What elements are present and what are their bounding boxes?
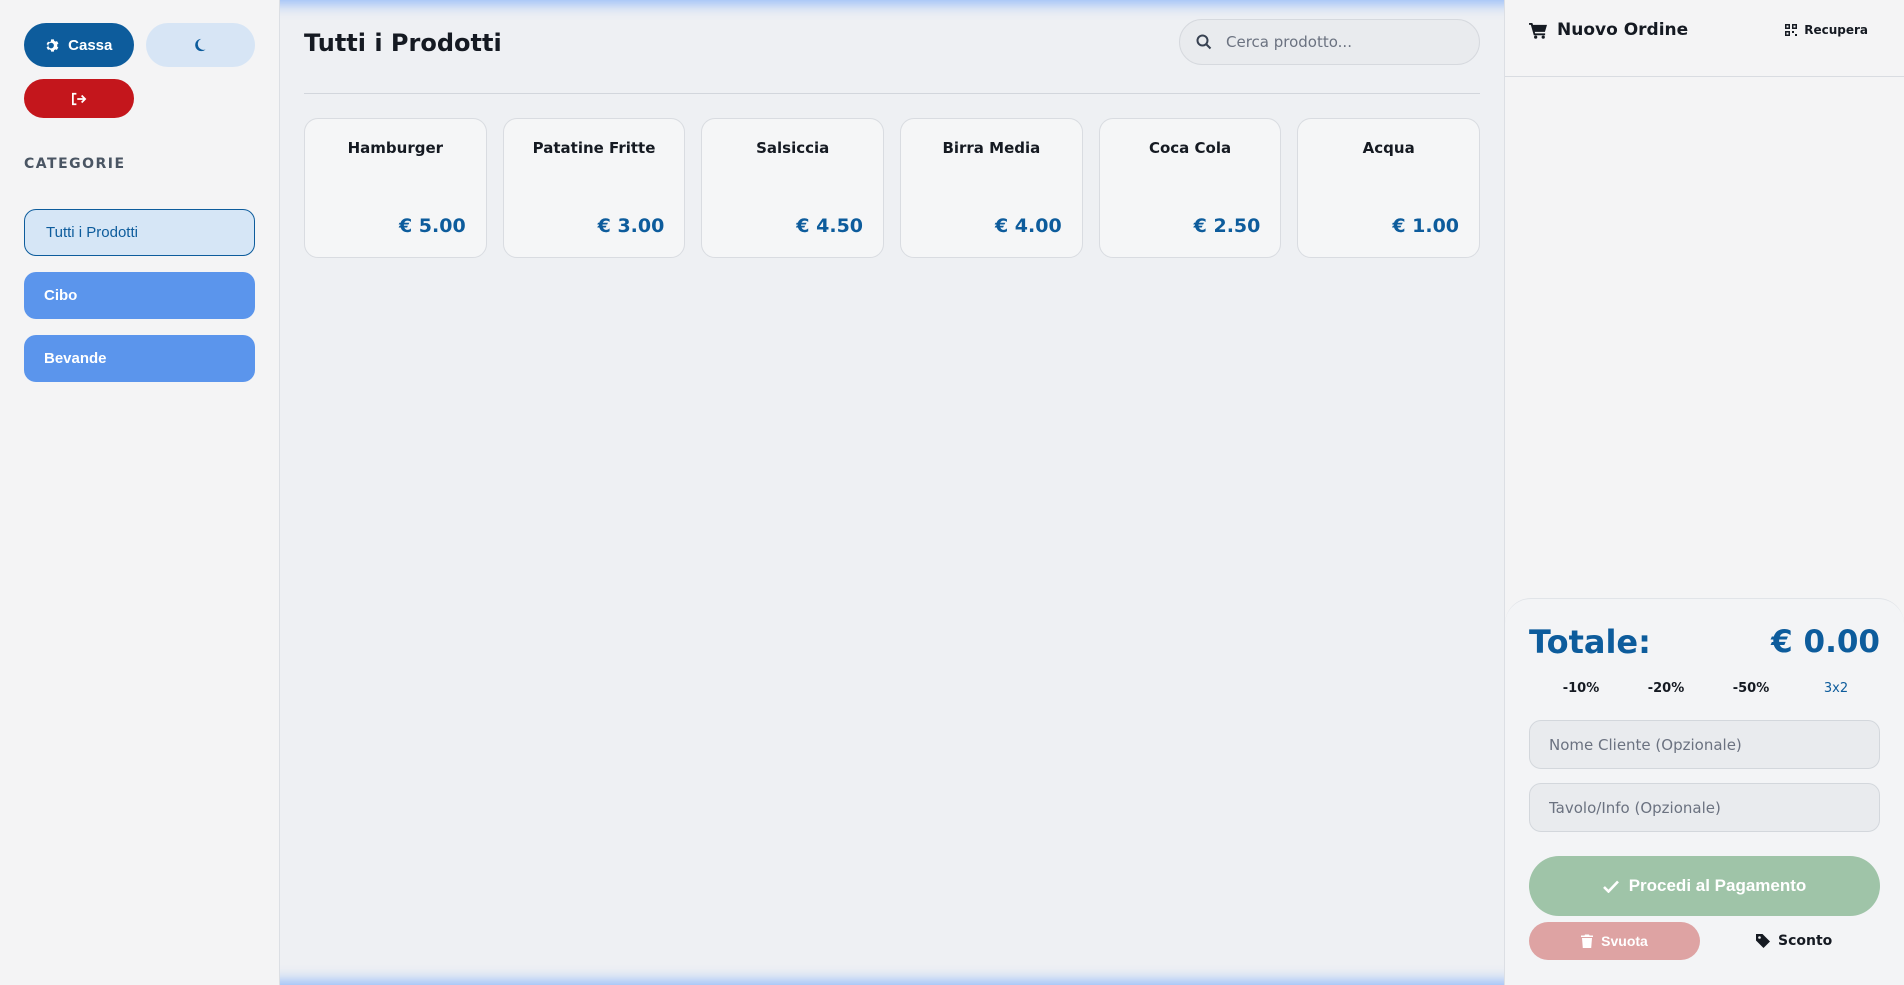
pay-button[interactable]: Procedi al Pagamento [1529,856,1880,916]
trash-icon [1581,934,1594,948]
gear-icon [45,38,60,53]
discount-button[interactable]: Sconto [1756,933,1832,949]
product-card[interactable]: Salsiccia € 4.50 [701,118,885,258]
product-name: Coca Cola [1148,139,1232,157]
product-name: Salsiccia [756,139,830,157]
discount-20-button[interactable]: -20% [1636,681,1696,696]
category-list: Tutti i Prodotti Cibo Bevande [24,209,255,382]
search-input[interactable] [1226,32,1466,51]
check-icon [1602,880,1619,893]
theme-toggle-button[interactable] [145,23,255,67]
product-header: Tutti i Prodotti [304,0,1480,94]
sidebar-top-buttons: Cassa [24,23,255,67]
order-title-text: Nuovo Ordine [1557,20,1689,40]
discount-10-button[interactable]: -10% [1551,681,1611,696]
product-card[interactable]: Coca Cola € 2.50 [1098,118,1282,258]
sidebar: Cassa CATEGORIE Tutti i Prodotti Cibo Be… [0,0,280,985]
page-title: Tutti i Prodotti [304,28,502,57]
qr-icon [1785,24,1798,36]
product-grid: Hamburger € 5.00 Patatine Fritte € 3.00 … [304,118,1481,258]
discount-3x2-button[interactable]: 3x2 [1806,681,1866,696]
category-item-drinks[interactable]: Bevande [24,335,255,382]
product-name: Birra Media [942,139,1041,157]
table-info-field[interactable] [1529,783,1880,832]
order-panel: Nuovo Ordine Recupera Totale: € 0.00 -10… [1504,0,1904,985]
discount-50-button[interactable]: -50% [1721,681,1781,696]
settings-button[interactable]: Cassa [24,23,134,67]
product-name: Hamburger [347,139,444,157]
logout-icon [71,92,87,106]
product-price: € 5.00 [398,215,466,237]
recover-order-label: Recupera [1804,23,1868,37]
category-item-all[interactable]: Tutti i Prodotti [24,209,255,256]
product-price: € 4.50 [796,215,864,237]
product-price: € 2.50 [1193,215,1261,237]
categories-heading: CATEGORIE [24,156,126,172]
total-row: Totale: € 0.00 [1529,623,1880,661]
product-price: € 1.00 [1392,215,1460,237]
customer-name-field[interactable] [1529,720,1880,769]
logout-button[interactable] [24,79,134,118]
pos-app: Cassa CATEGORIE Tutti i Prodotti Cibo Be… [0,0,1904,985]
order-header: Nuovo Ordine Recupera [1505,0,1904,77]
search-box [1179,18,1480,65]
order-actions: Svuota Sconto [1529,922,1880,960]
cart-icon [1529,22,1548,39]
product-card[interactable]: Acqua € 1.00 [1297,118,1481,258]
discount-label: Sconto [1778,933,1833,949]
order-title: Nuovo Ordine [1529,20,1688,40]
product-card[interactable]: Birra Media € 4.00 [900,118,1083,258]
search-icon [1196,34,1212,50]
category-item-food[interactable]: Cibo [24,272,255,319]
product-name: Acqua [1362,139,1415,157]
product-card[interactable]: Hamburger € 5.00 [304,118,487,258]
totals-section: Totale: € 0.00 -10% -20% -50% 3x2 Proced… [1505,598,1904,985]
product-name: Patatine Fritte [532,139,656,157]
product-card[interactable]: Patatine Fritte € 3.00 [502,118,686,258]
recover-order-button[interactable]: Recupera [1785,23,1868,37]
product-price: € 3.00 [597,215,665,237]
clear-order-button[interactable]: Svuota [1529,922,1700,960]
clear-order-label: Svuota [1601,933,1648,949]
product-area: Tutti i Prodotti Hamburger € 5.00 Patati… [280,0,1504,985]
total-label: Totale: [1529,623,1651,661]
tag-icon [1756,934,1770,948]
quick-discounts: -10% -20% -50% 3x2 [1529,681,1880,696]
product-price: € 4.00 [994,215,1062,237]
pay-button-label: Procedi al Pagamento [1628,876,1807,895]
moon-icon [193,38,207,52]
settings-button-label: Cassa [68,36,113,54]
total-value: € 0.00 [1771,624,1880,660]
